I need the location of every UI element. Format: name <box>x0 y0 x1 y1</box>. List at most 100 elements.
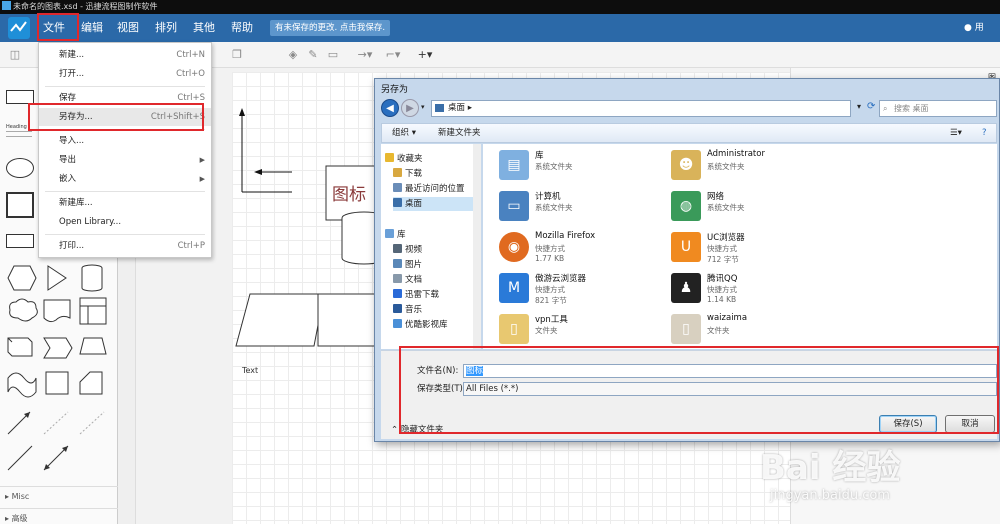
submenu-arrow-icon: ▶ <box>199 156 205 164</box>
menu-item-embed[interactable]: 嵌入 ▶ <box>39 170 211 188</box>
panel-toggle-icon[interactable]: ◫ <box>8 48 22 62</box>
navigation-pane: 收藏夹 下载 最近访问的位置 桌面 库 视频 图片 文档 迅雷下载 音乐 优酷影… <box>381 144 481 349</box>
nav-item-label: 最近访问的位置 <box>405 184 465 194</box>
watermark-main: Bai 经验 <box>760 448 901 488</box>
app-logo-icon[interactable] <box>8 17 30 39</box>
file-item[interactable]: ☻ Administrator 系统文件夹 <box>661 146 911 186</box>
nav-item-downloads[interactable]: 下载 <box>393 167 480 181</box>
diagram-shape-label[interactable]: 图标 <box>332 180 366 205</box>
menu-item-print-label: 打印... <box>59 241 85 251</box>
shape-square[interactable] <box>6 192 34 218</box>
user-menu[interactable]: ● 用 <box>964 14 1000 42</box>
sidebar-section-advanced[interactable]: ▸ 高级 <box>0 508 118 524</box>
youku-icon <box>393 319 402 328</box>
back-button[interactable]: ◀ <box>381 99 399 117</box>
nav-item-label: 迅雷下载 <box>405 290 440 300</box>
connection-icon[interactable]: →▾ <box>354 48 376 62</box>
organize-button[interactable]: 组织 ▾ <box>392 124 416 142</box>
file-type: 系统文件夹 <box>535 162 573 171</box>
shape-lines[interactable] <box>4 440 114 476</box>
history-dropdown-icon[interactable]: ▾ <box>421 103 425 111</box>
watermark-url: jingyan.baidu.com <box>770 488 890 503</box>
menubar: 文件 编辑 视图 排列 其他 帮助 有未保存的更改. 点击我保存. ● 用 <box>0 14 1000 42</box>
menu-help[interactable]: 帮助 <box>228 14 256 42</box>
menu-item-open-library[interactable]: Open Library... <box>39 213 211 231</box>
insert-icon[interactable]: +▾ <box>414 48 436 62</box>
window-titlebar: 未命名的图表.xsd - 迅捷流程图制作软件 <box>0 0 1000 14</box>
nav-item-favorites[interactable]: 收藏夹 <box>385 152 480 166</box>
qq-icon: ♟ <box>671 273 701 303</box>
section-label-advanced: 高级 <box>11 514 28 523</box>
nav-item-videos[interactable]: 视频 <box>393 243 480 257</box>
user-icon: ● <box>964 23 972 33</box>
shape-ellipse[interactable] <box>6 158 34 178</box>
search-input[interactable]: ⌕ 搜索 桌面 <box>879 100 997 117</box>
menu-other[interactable]: 其他 <box>190 14 218 42</box>
nav-item-label: 下载 <box>405 169 423 179</box>
uc-browser-icon: U <box>671 232 701 262</box>
file-item[interactable]: ▯ waizaima 文件夹 <box>661 310 911 349</box>
shadow-icon[interactable]: ▭ <box>326 48 340 62</box>
nav-scrollbar[interactable] <box>473 144 481 349</box>
folder-icon: ▯ <box>499 314 529 344</box>
menu-arrange[interactable]: 排列 <box>152 14 180 42</box>
file-item[interactable]: U UC浏览器 快捷方式 712 字节 <box>661 228 911 268</box>
highlight-save-form <box>399 346 999 434</box>
recent-icon <box>393 183 402 192</box>
shape-grid[interactable] <box>4 264 114 454</box>
help-icon[interactable]: ? <box>982 124 987 142</box>
refresh-icon[interactable]: ⟳ <box>867 101 875 112</box>
shape-heading[interactable]: Heading <box>6 124 27 130</box>
forward-button[interactable]: ▶ <box>401 99 419 117</box>
star-icon <box>385 153 394 162</box>
menu-item-new[interactable]: 新建... Ctrl+N <box>39 46 211 64</box>
view-options-icon[interactable]: ☰▾ <box>950 124 962 142</box>
nav-item-recent[interactable]: 最近访问的位置 <box>393 182 480 196</box>
search-icon: ⌕ <box>883 104 888 113</box>
nav-item-label: 音乐 <box>405 305 423 315</box>
file-type: 快捷方式 <box>707 244 737 253</box>
file-item[interactable]: ♟ 腾讯QQ 快捷方式 1.14 KB <box>661 269 911 309</box>
address-bar[interactable]: 桌面 ▸ <box>431 100 851 117</box>
file-name: 库 <box>535 151 544 161</box>
section-label-misc: Misc <box>11 492 30 501</box>
highlight-save-as <box>28 103 204 131</box>
unsaved-notice[interactable]: 有未保存的更改. 点击我保存. <box>270 20 391 36</box>
menu-item-import[interactable]: 导入... <box>39 132 211 150</box>
menu-edit[interactable]: 编辑 <box>78 14 106 42</box>
fill-color-icon[interactable]: ◈ <box>286 48 300 62</box>
file-name: 傲游云浏览器 <box>535 274 587 284</box>
nav-item-desktop[interactable]: 桌面 <box>393 197 480 211</box>
file-item[interactable]: ◍ 网络 系统文件夹 <box>661 187 911 227</box>
copy-icon[interactable]: ❐ <box>230 48 244 62</box>
submenu-arrow-icon: ▶ <box>199 175 205 183</box>
menu-item-embed-label: 嵌入 <box>59 174 77 184</box>
maxthon-icon: M <box>499 273 529 303</box>
nav-item-youku[interactable]: 优酷影视库 <box>393 318 480 332</box>
library-icon <box>385 229 394 238</box>
nav-item-documents[interactable]: 文档 <box>393 273 480 287</box>
address-dropdown-icon[interactable]: ▾ <box>857 102 861 111</box>
file-size: 1.14 KB <box>707 295 737 304</box>
baidu-watermark: Bai 经验 jingyan.baidu.com <box>760 440 1000 524</box>
menu-item-import-label: 导入... <box>59 136 85 146</box>
waypoints-icon[interactable]: ⌐▾ <box>382 48 404 62</box>
menu-view[interactable]: 视图 <box>114 14 142 42</box>
sidebar-section-misc[interactable]: ▸ Misc <box>0 486 118 506</box>
diagram-text-label[interactable]: Text <box>242 366 258 375</box>
folder-icon: ▯ <box>671 314 701 344</box>
shape-rectangle[interactable] <box>6 90 34 104</box>
new-folder-button[interactable]: 新建文件夹 <box>438 124 481 142</box>
line-color-icon[interactable]: ✎ <box>306 48 320 62</box>
nav-item-label: 优酷影视库 <box>405 320 448 330</box>
nav-item-pictures[interactable]: 图片 <box>393 258 480 272</box>
menu-item-print[interactable]: 打印... Ctrl+P <box>39 237 211 255</box>
nav-item-thunder[interactable]: 迅雷下载 <box>393 288 480 302</box>
nav-item-libraries[interactable]: 库 <box>385 228 480 242</box>
nav-item-music[interactable]: 音乐 <box>393 303 480 317</box>
menu-item-open[interactable]: 打开... Ctrl+O <box>39 65 211 83</box>
menu-item-new-library[interactable]: 新建库... <box>39 194 211 212</box>
menu-item-export[interactable]: 导出 ▶ <box>39 151 211 169</box>
file-name: Mozilla Firefox <box>535 231 596 241</box>
shape-process[interactable] <box>6 234 34 248</box>
